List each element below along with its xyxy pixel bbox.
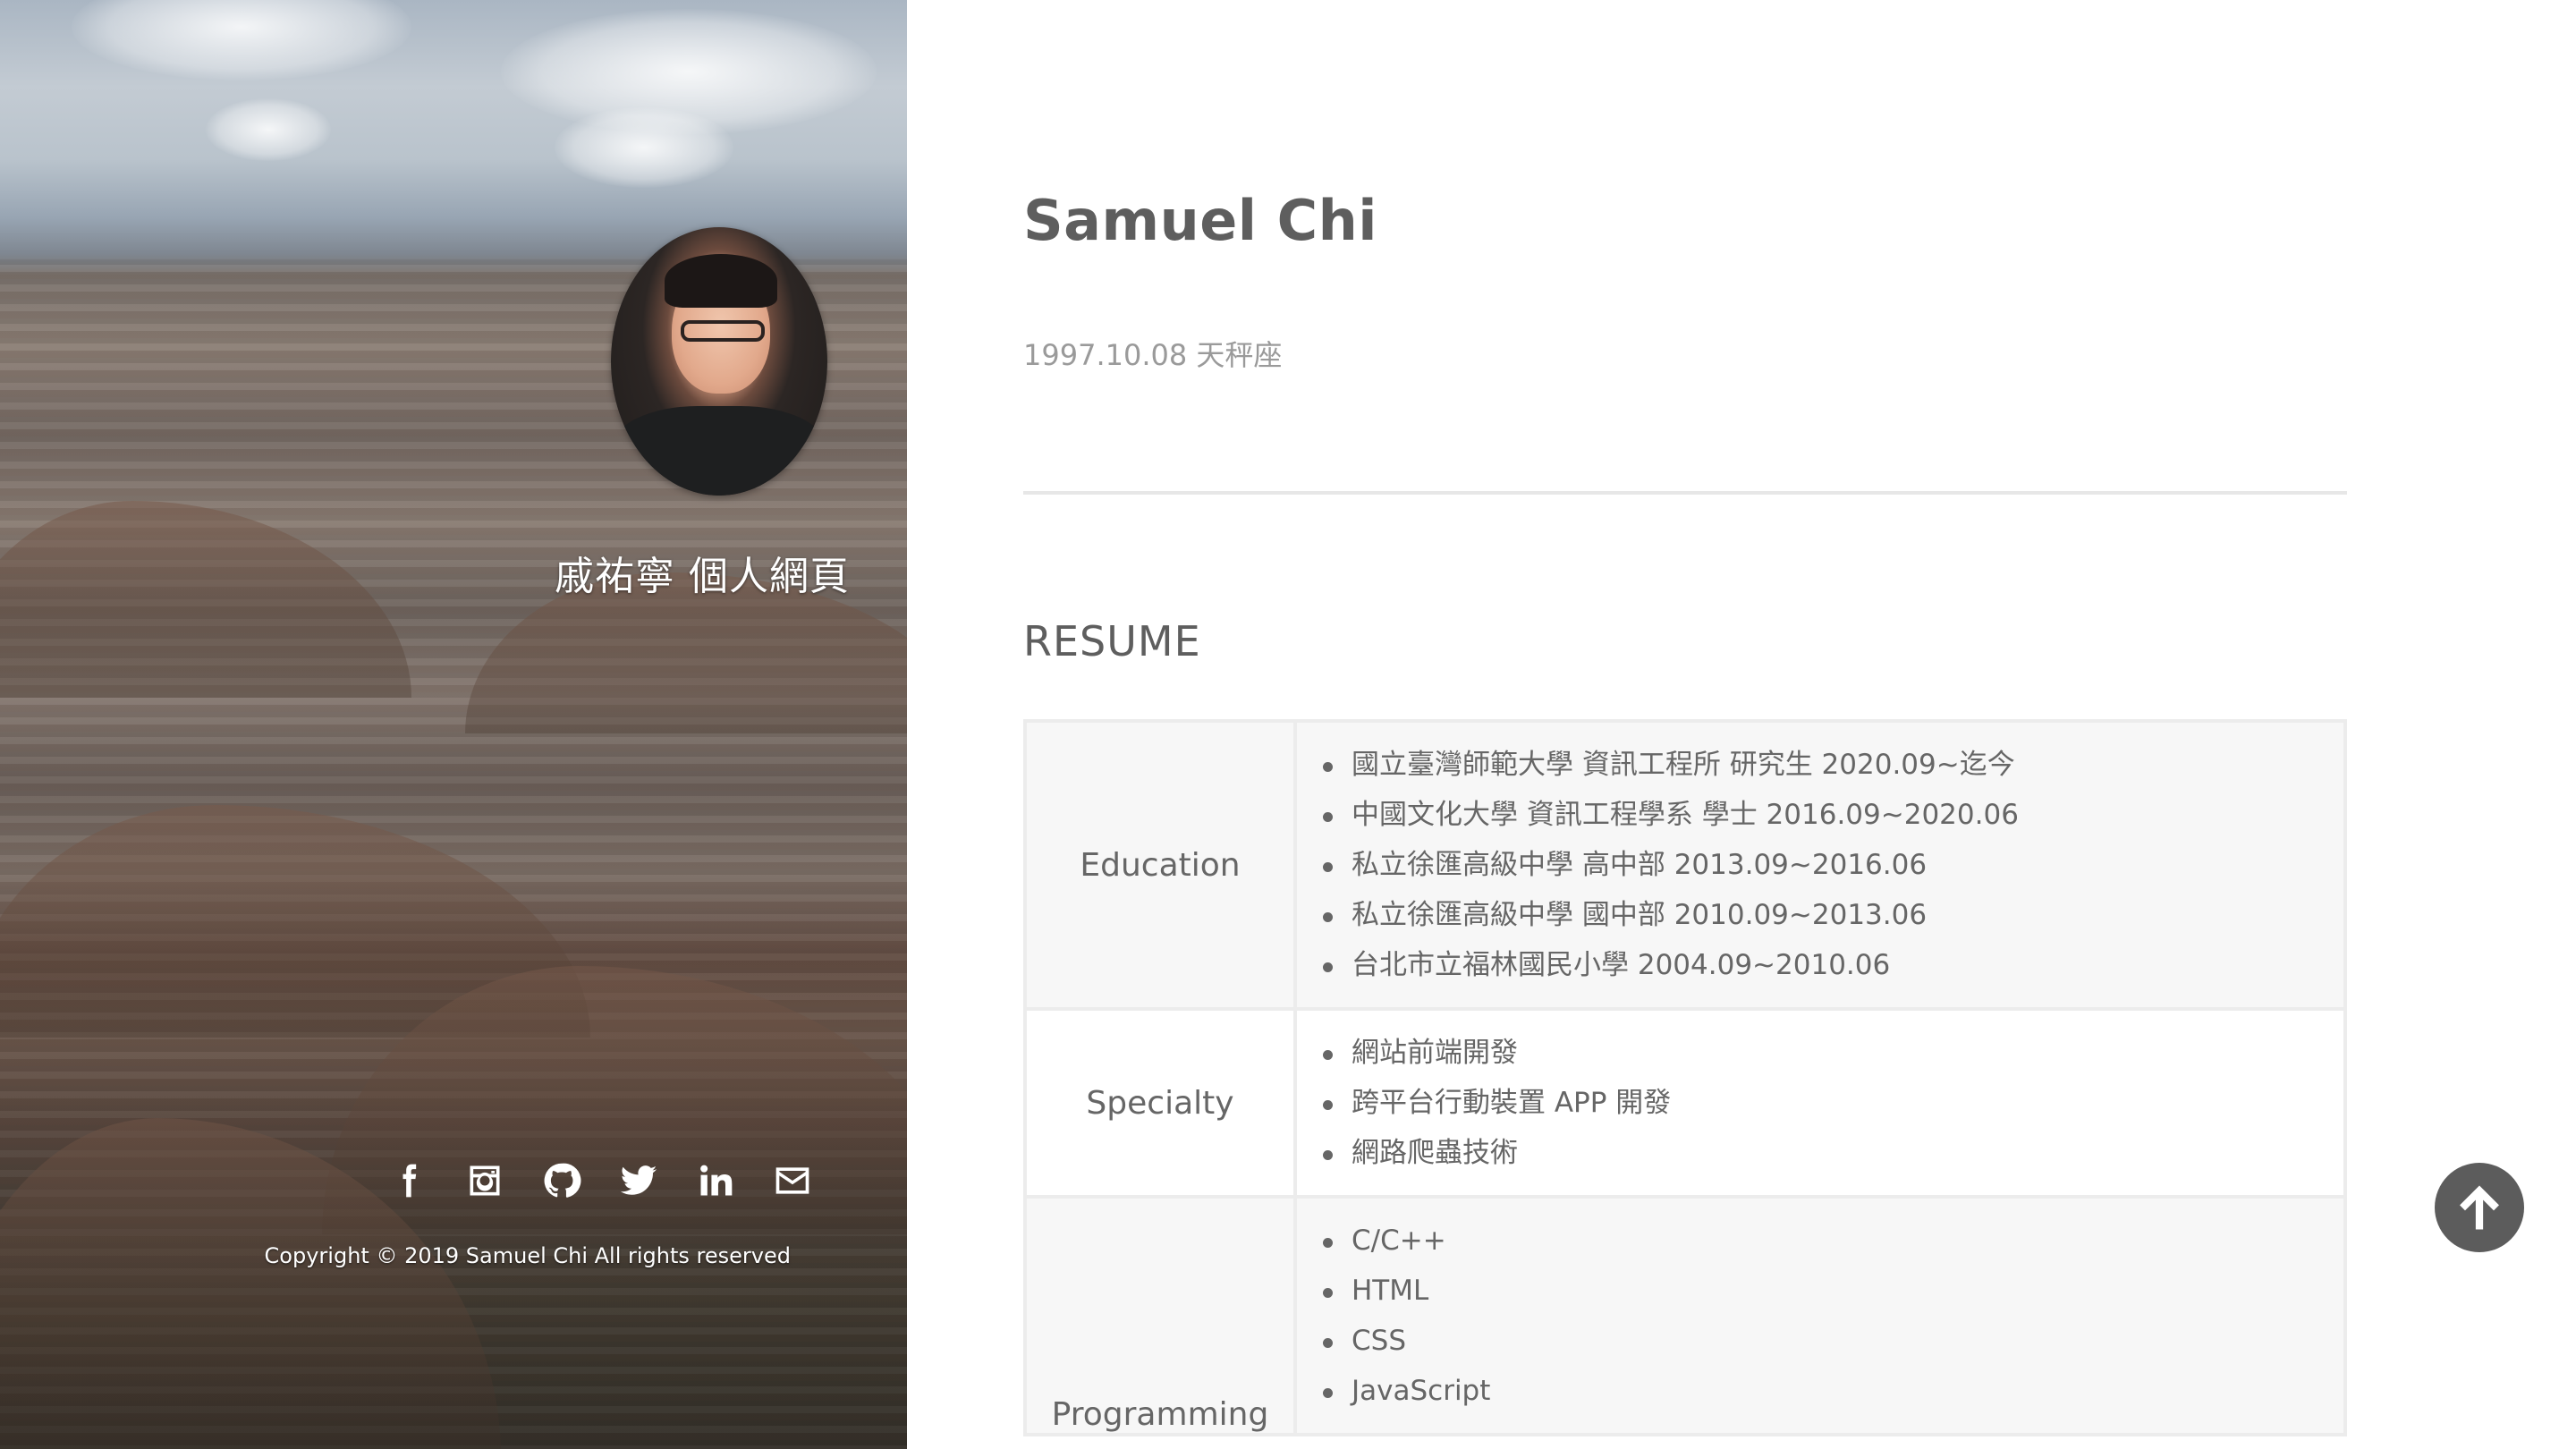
list-item: 國立臺灣師範大學 資訊工程所 研究生 2020.09~迄今: [1323, 740, 2343, 790]
github-icon[interactable]: [538, 1157, 585, 1204]
page: 戚祐寧 個人網頁 Copyright © 2019 Samuel Chi All…: [0, 0, 2576, 1449]
avatar-shirt: [611, 406, 827, 496]
avatar: [611, 227, 827, 496]
hero-shade: [0, 0, 907, 1449]
divider: [1023, 491, 2347, 495]
social-links: [385, 1154, 816, 1208]
avatar-glasses: [681, 320, 765, 342]
programming-list: C/C++ HTML CSS JavaScript: [1298, 1199, 2343, 1432]
page-title: Samuel Chi: [1023, 188, 1378, 253]
list-item: 跨平台行動裝置 APP 開發: [1323, 1078, 2343, 1128]
category-items: C/C++ HTML CSS JavaScript: [1293, 1195, 2347, 1436]
facebook-icon[interactable]: [385, 1157, 431, 1204]
category-education: Education: [1023, 719, 1297, 1011]
category-programming: Programming: [1023, 1195, 1297, 1436]
resume-heading: RESUME: [1023, 617, 1201, 665]
category-items: 國立臺灣師範大學 資訊工程所 研究生 2020.09~迄今 中國文化大學 資訊工…: [1293, 719, 2347, 1011]
twitter-icon[interactable]: [615, 1157, 662, 1204]
list-item: JavaScript: [1323, 1366, 2343, 1416]
specialty-list: 網站前端開發 跨平台行動裝置 APP 開發 網路爬蟲技術: [1298, 1012, 2343, 1194]
list-item: 中國文化大學 資訊工程學系 學士 2016.09~2020.06: [1323, 790, 2343, 840]
table-row: Education 國立臺灣師範大學 資訊工程所 研究生 2020.09~迄今 …: [1023, 719, 2347, 1011]
arrow-up-icon: [2460, 1185, 2499, 1230]
table-row: Specialty 網站前端開發 跨平台行動裝置 APP 開發 網路爬蟲技術: [1023, 1007, 2347, 1199]
list-item: HTML: [1323, 1266, 2343, 1316]
list-item: 台北市立福林國民小學 2004.09~2010.06: [1323, 940, 2343, 990]
list-item: C/C++: [1323, 1216, 2343, 1266]
education-list: 國立臺灣師範大學 資訊工程所 研究生 2020.09~迄今 中國文化大學 資訊工…: [1298, 724, 2343, 1006]
list-item: 私立徐匯高級中學 高中部 2013.09~2016.06: [1323, 840, 2343, 890]
mail-icon[interactable]: [769, 1157, 816, 1204]
category-specialty: Specialty: [1023, 1007, 1297, 1199]
list-item: CSS: [1323, 1316, 2343, 1366]
list-item: 私立徐匯高級中學 國中部 2010.09~2013.06: [1323, 890, 2343, 940]
copyright: Copyright © 2019 Samuel Chi All rights r…: [264, 1243, 791, 1268]
list-item: 網路爬蟲技術: [1323, 1128, 2343, 1178]
site-title[interactable]: 戚祐寧 個人網頁: [402, 544, 850, 601]
hero-panel: 戚祐寧 個人網頁 Copyright © 2019 Samuel Chi All…: [0, 0, 907, 1449]
instagram-icon[interactable]: [462, 1157, 508, 1204]
category-items: 網站前端開發 跨平台行動裝置 APP 開發 網路爬蟲技術: [1293, 1007, 2347, 1199]
avatar-hair: [665, 254, 777, 308]
table-row: Programming C/C++ HTML CSS JavaScript: [1023, 1195, 2347, 1436]
linkedin-icon[interactable]: [692, 1157, 739, 1204]
list-item: 網站前端開發: [1323, 1028, 2343, 1078]
back-to-top-button[interactable]: [2435, 1163, 2524, 1252]
resume-table: Education 國立臺灣師範大學 資訊工程所 研究生 2020.09~迄今 …: [1023, 719, 2347, 1436]
birth-info: 1997.10.08 天秤座: [1023, 338, 1283, 372]
